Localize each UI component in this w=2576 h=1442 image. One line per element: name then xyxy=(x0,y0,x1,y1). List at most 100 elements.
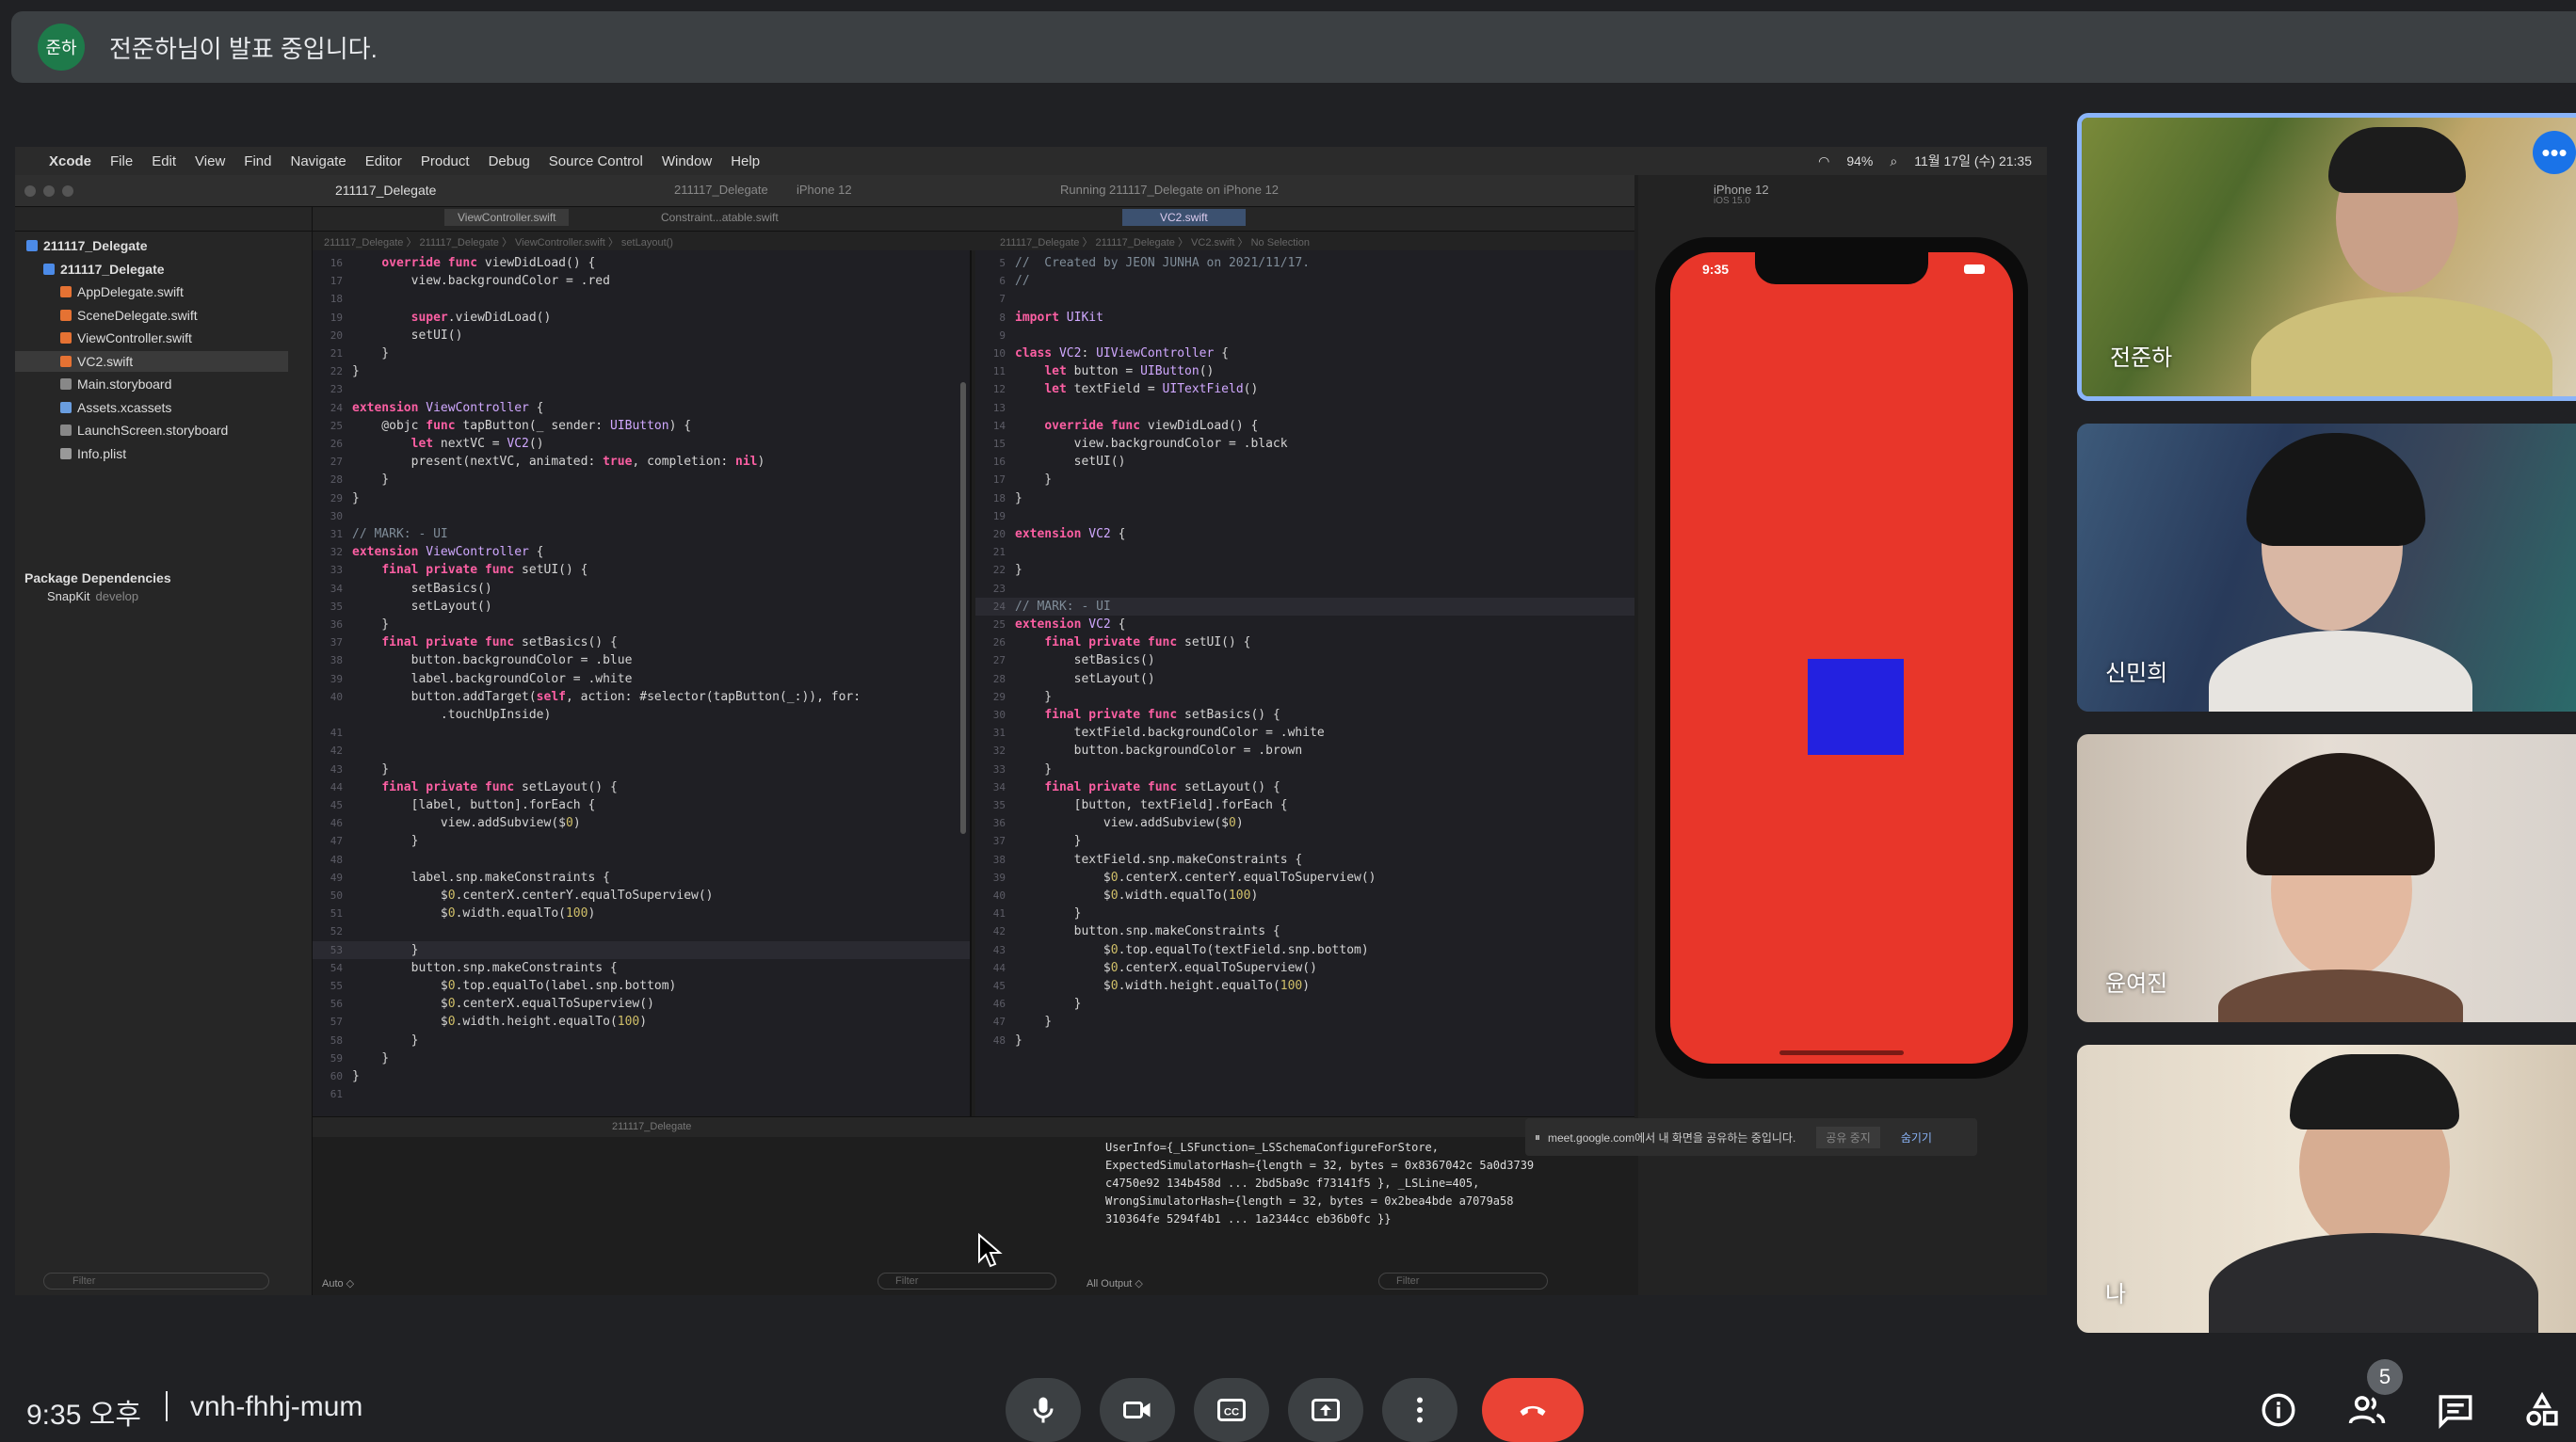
code-line[interactable]: 39 $0.centerX.centerY.equalToSuperview() xyxy=(975,869,1634,887)
code-line[interactable]: 15 view.backgroundColor = .black xyxy=(975,435,1634,453)
code-line[interactable]: 14 override func viewDidLoad() { xyxy=(975,417,1634,435)
code-line[interactable]: 5 // Created by JEON JUNHA on 2021/11/17. xyxy=(975,254,1634,272)
code-line[interactable]: 20 extension VC2 { xyxy=(975,525,1634,543)
code-line[interactable]: 43 } xyxy=(313,761,970,778)
code-line[interactable]: 32 button.backgroundColor = .brown xyxy=(975,742,1634,760)
code-line[interactable]: .touchUpInside) xyxy=(313,706,970,724)
menu-source-control[interactable]: Source Control xyxy=(549,153,643,169)
code-line[interactable]: 23 xyxy=(975,580,1634,598)
code-line[interactable]: 10 class VC2: UIViewController { xyxy=(975,344,1634,362)
code-line[interactable]: 20 setUI() xyxy=(313,327,970,344)
code-line[interactable]: 18 xyxy=(313,290,970,308)
code-line[interactable]: 8 import UIKit xyxy=(975,309,1634,327)
code-line[interactable]: 38 button.backgroundColor = .blue xyxy=(313,651,970,669)
code-line[interactable]: 40 button.addTarget(self, action: #selec… xyxy=(313,688,970,706)
code-line[interactable]: 54 button.snp.makeConstraints { xyxy=(313,959,970,977)
code-line[interactable]: 28 } xyxy=(313,471,970,489)
code-line[interactable]: 48 xyxy=(313,851,970,869)
code-line[interactable]: 16 setUI() xyxy=(975,453,1634,471)
code-line[interactable]: 33 } xyxy=(975,761,1634,778)
code-line[interactable]: 37 final private func setBasics() { xyxy=(313,633,970,651)
code-line[interactable]: 23 xyxy=(313,380,970,398)
code-line[interactable]: 49 label.snp.makeConstraints { xyxy=(313,869,970,887)
more-options-icon[interactable]: ••• xyxy=(2533,131,2576,174)
navigator-item[interactable]: VC2.swift xyxy=(15,350,288,372)
code-editor-left[interactable]: 16 override func viewDidLoad() {17 view.… xyxy=(313,250,972,1116)
code-line[interactable]: 13 xyxy=(975,399,1634,417)
code-line[interactable]: 29 } xyxy=(975,688,1634,706)
code-line[interactable]: 44 $0.centerX.equalToSuperview() xyxy=(975,959,1634,977)
code-line[interactable]: 43 $0.top.equalTo(textField.snp.bottom) xyxy=(975,941,1634,959)
code-line[interactable]: 27 present(nextVC, animated: true, compl… xyxy=(313,453,970,471)
menu-editor[interactable]: Editor xyxy=(365,153,402,169)
code-line[interactable]: 52 xyxy=(313,922,970,940)
code-line[interactable]: 41 } xyxy=(975,905,1634,922)
code-line[interactable]: 40 $0.width.equalTo(100) xyxy=(975,887,1634,905)
chat-button[interactable] xyxy=(2433,1387,2478,1433)
code-line[interactable]: 46 view.addSubview($0) xyxy=(313,814,970,832)
navigator-item[interactable]: AppDelegate.swift xyxy=(15,281,288,302)
code-line[interactable]: 39 label.backgroundColor = .white xyxy=(313,670,970,688)
code-line[interactable]: 35 [button, textField].forEach { xyxy=(975,796,1634,814)
device-selector[interactable]: iPhone 12 xyxy=(797,183,852,197)
code-line[interactable]: 47 } xyxy=(975,1013,1634,1031)
navigator-item[interactable]: Info.plist xyxy=(15,443,288,464)
navigator-item[interactable]: ViewController.swift xyxy=(15,328,288,348)
console-filter-input[interactable]: Filter xyxy=(1378,1273,1548,1290)
auto-selector[interactable]: Auto ◇ xyxy=(322,1277,354,1290)
participant-tile-yeojin[interactable]: 윤여진 xyxy=(2077,734,2576,1022)
minimize-window-button[interactable] xyxy=(43,185,55,197)
code-line[interactable]: 41 xyxy=(313,724,970,742)
code-line[interactable]: 16 override func viewDidLoad() { xyxy=(313,254,970,272)
menu-help[interactable]: Help xyxy=(731,153,760,169)
code-line[interactable]: 57 $0.width.height.equalTo(100) xyxy=(313,1013,970,1031)
blue-button[interactable] xyxy=(1808,659,1904,755)
breadcrumb-left[interactable]: 211117_Delegate 〉 211117_Delegate 〉 View… xyxy=(324,234,673,249)
code-line[interactable]: 26 final private func setUI() { xyxy=(975,633,1634,651)
code-line[interactable]: 22} xyxy=(975,561,1634,579)
code-line[interactable]: 47 } xyxy=(313,832,970,850)
code-line[interactable]: 25 extension VC2 { xyxy=(975,616,1634,633)
menu-debug[interactable]: Debug xyxy=(489,153,530,169)
code-line[interactable]: 25 @objc func tapButton(_ sender: UIButt… xyxy=(313,417,970,435)
breadcrumb-right[interactable]: 211117_Delegate 〉 211117_Delegate 〉 VC2.… xyxy=(1000,234,1310,249)
activities-button[interactable] xyxy=(2520,1387,2565,1433)
code-line[interactable]: 19 xyxy=(975,507,1634,525)
code-line[interactable]: 19 super.viewDidLoad() xyxy=(313,309,970,327)
code-line[interactable]: 27 setBasics() xyxy=(975,651,1634,669)
code-line[interactable]: 46 } xyxy=(975,995,1634,1013)
code-line[interactable]: 30 xyxy=(313,507,970,525)
navigator-filter-input[interactable]: Filter xyxy=(43,1273,269,1290)
output-selector[interactable]: All Output ◇ xyxy=(1087,1277,1143,1290)
code-line[interactable]: 36 view.addSubview($0) xyxy=(975,814,1634,832)
code-line[interactable]: 55 $0.top.equalTo(label.snp.bottom) xyxy=(313,977,970,995)
captions-button[interactable]: CC xyxy=(1194,1378,1269,1442)
end-call-button[interactable] xyxy=(1482,1378,1584,1442)
code-line[interactable]: 30 final private func setBasics() { xyxy=(975,706,1634,724)
code-line[interactable]: 37 } xyxy=(975,832,1634,850)
code-line[interactable]: 42 button.snp.makeConstraints { xyxy=(975,922,1634,940)
code-line[interactable]: 7 xyxy=(975,290,1634,308)
menu-edit[interactable]: Edit xyxy=(152,153,176,169)
code-line[interactable]: 17 } xyxy=(975,471,1634,489)
variables-filter-input[interactable]: Filter xyxy=(877,1273,1056,1290)
code-line[interactable]: 28 setLayout() xyxy=(975,670,1634,688)
more-options-button[interactable] xyxy=(1382,1378,1457,1442)
code-line[interactable]: 26 let nextVC = VC2() xyxy=(313,435,970,453)
phone-screen[interactable]: 9:35 xyxy=(1670,252,2013,1064)
camera-button[interactable] xyxy=(1100,1378,1175,1442)
code-line[interactable]: 22} xyxy=(313,362,970,380)
code-line[interactable]: 60} xyxy=(313,1067,970,1085)
code-line[interactable]: 31 // MARK: - UI xyxy=(313,525,970,543)
navigator-item[interactable]: 211117_Delegate xyxy=(15,235,288,256)
microphone-button[interactable] xyxy=(1006,1378,1081,1442)
code-line[interactable]: 61 xyxy=(313,1085,970,1103)
navigator-item[interactable]: 211117_Delegate xyxy=(15,259,288,280)
meeting-details-button[interactable] xyxy=(2256,1387,2301,1433)
code-line[interactable]: 53 } xyxy=(313,940,970,959)
code-line[interactable]: 32 extension ViewController { xyxy=(313,543,970,561)
code-line[interactable]: 36 } xyxy=(313,616,970,633)
home-indicator[interactable] xyxy=(1779,1050,1904,1055)
code-line[interactable]: 51 $0.width.equalTo(100) xyxy=(313,905,970,922)
tab-viewcontroller[interactable]: ViewController.swift xyxy=(444,209,570,226)
